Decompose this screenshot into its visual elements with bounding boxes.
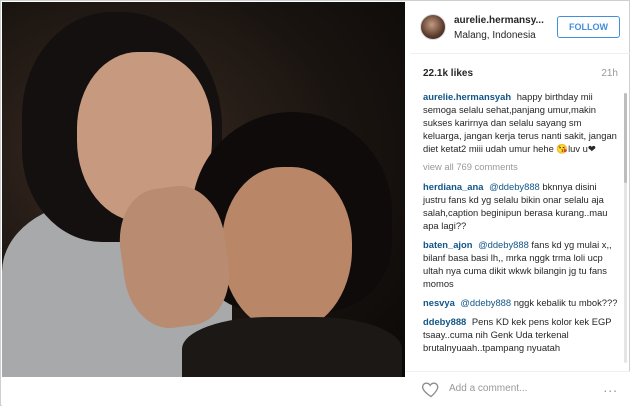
comment-item: herdiana_ana @ddeby888 bknnya disini jus… [423,180,620,232]
post-timestamp[interactable]: 21h [601,68,618,79]
post-window: aurelie.hermansy... Malang, Indonesia FO… [0,0,630,406]
comment-item: baten_ajon @ddeby888 fans kd yg mulai x,… [423,238,620,290]
likes-count[interactable]: 22.1k likes [423,68,473,79]
photo-figure-face [222,167,352,332]
follow-button[interactable]: FOLLOW [557,16,620,38]
photo-figure-body [182,317,402,377]
comments-scrollbar-thumb[interactable] [624,93,627,183]
comment-mention[interactable]: @ddeby888 [478,239,529,250]
post-header: aurelie.hermansy... Malang, Indonesia FO… [411,2,630,54]
avatar[interactable] [420,14,446,40]
add-comment-input[interactable]: Add a comment... [449,383,527,394]
comment-mention[interactable]: @ddeby888 [489,181,540,192]
post-footer: Add a comment... ... [405,371,630,406]
comments-list[interactable]: aurelie.hermansyah happy birthday mii se… [411,90,626,370]
comment-username[interactable]: ddeby888 [423,316,466,327]
caption-username[interactable]: aurelie.hermansyah [423,91,511,102]
more-options-icon[interactable]: ... [603,379,618,395]
comment-mention[interactable]: @ddeby888 [460,297,511,308]
username-link[interactable]: aurelie.hermansy... [454,15,554,26]
comment-username[interactable]: nesvya [423,297,455,308]
photo-bottom-band [2,377,405,406]
post-photo[interactable] [2,2,405,377]
caption: aurelie.hermansyah happy birthday mii se… [423,90,620,155]
comment-username[interactable]: herdiana_ana [423,181,483,192]
comment-item: nesvya @ddeby888 nggk kebalik tu mbok??? [423,296,620,309]
view-all-comments-link[interactable]: view all 769 comments [423,161,620,172]
comment-username[interactable]: baten_ajon [423,239,473,250]
heart-icon[interactable] [421,379,441,399]
location-link[interactable]: Malang, Indonesia [454,30,536,41]
comment-text: nggk kebalik tu mbok??? [513,297,618,308]
likes-row: 22.1k likes 21h [411,54,630,90]
comment-item: ddeby888 Pens KD kek pens kolor kek EGP … [423,315,620,354]
